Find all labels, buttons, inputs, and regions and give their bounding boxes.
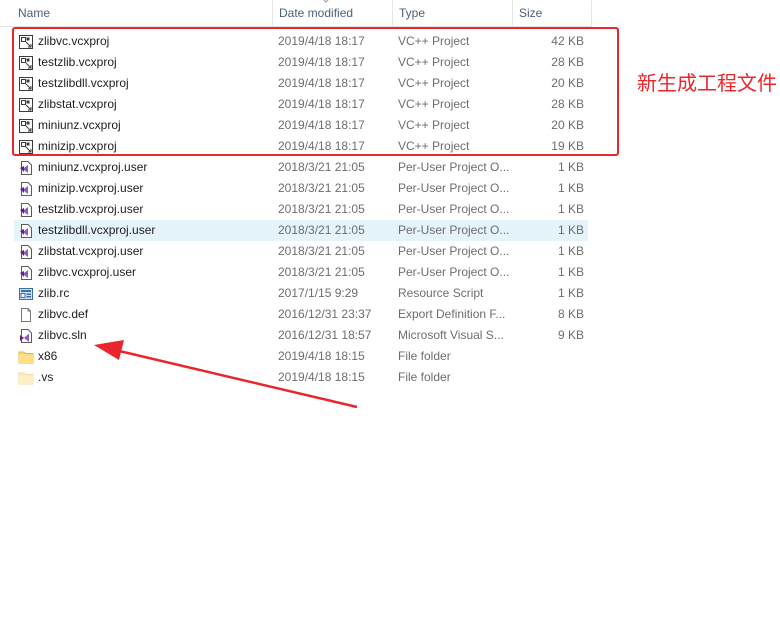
vs-solution-icon bbox=[18, 328, 34, 344]
vs-user-file-icon bbox=[18, 223, 34, 239]
file-type: File folder bbox=[398, 370, 451, 384]
column-header-size[interactable]: Size bbox=[512, 0, 592, 26]
file-date-modified: 2018/3/21 21:05 bbox=[278, 181, 365, 195]
file-date-modified: 2018/3/21 21:05 bbox=[278, 160, 365, 174]
file-size: 1 KB bbox=[557, 181, 584, 195]
file-date-modified: 2016/12/31 18:57 bbox=[278, 328, 372, 342]
file-name: zlib.rc bbox=[38, 286, 70, 300]
file-name: testzlibdll.vcxproj.user bbox=[38, 223, 156, 237]
file-name: x86 bbox=[38, 349, 58, 363]
file-row[interactable]: minizip.vcxproj.user 2018/3/21 21:05 Per-U… bbox=[14, 178, 588, 199]
file-row[interactable]: .vs 2019/4/18 18:15 File folder bbox=[14, 367, 588, 388]
column-header-bar: Name Date modified Type Size bbox=[0, 0, 592, 27]
folder-hidden-icon bbox=[18, 370, 34, 386]
blank-file-icon bbox=[18, 307, 34, 323]
column-header-name[interactable]: Name bbox=[18, 0, 50, 26]
file-name: zlibvc.def bbox=[38, 307, 89, 321]
resource-script-icon bbox=[18, 286, 34, 302]
file-type: File folder bbox=[398, 349, 451, 363]
file-type: Per-User Project O... bbox=[398, 160, 510, 174]
file-type: Per-User Project O... bbox=[398, 223, 510, 237]
file-date-modified: 2019/4/18 18:15 bbox=[278, 370, 365, 384]
vs-user-file-icon bbox=[18, 244, 34, 260]
file-size: 1 KB bbox=[557, 160, 584, 174]
file-size: 8 KB bbox=[557, 307, 584, 321]
annotation-highlight-box bbox=[12, 27, 619, 156]
file-size: 1 KB bbox=[557, 202, 584, 216]
file-row[interactable]: testzlib.vcxproj.user 2018/3/21 21:05 Per-… bbox=[14, 199, 588, 220]
vs-user-file-icon bbox=[18, 181, 34, 197]
file-date-modified: 2018/3/21 21:05 bbox=[278, 244, 365, 258]
file-date-modified: 2018/3/21 21:05 bbox=[278, 223, 365, 237]
file-date-modified: 2019/4/18 18:15 bbox=[278, 349, 365, 363]
file-name: minizip.vcxproj.user bbox=[38, 181, 144, 195]
vs-user-file-icon bbox=[18, 265, 34, 281]
file-name: zlibvc.vcxproj.user bbox=[38, 265, 137, 279]
file-date-modified: 2018/3/21 21:05 bbox=[278, 265, 365, 279]
file-type: Per-User Project O... bbox=[398, 181, 510, 195]
file-row[interactable]: zlibvc.sln 2016/12/31 18:57 Microsoft Visu… bbox=[14, 325, 588, 346]
file-size: 9 KB bbox=[557, 328, 584, 342]
file-row[interactable]: x86 2019/4/18 18:15 File folder bbox=[14, 346, 588, 367]
file-row[interactable]: zlibstat.vcxproj.user 2018/3/21 21:05 Per-… bbox=[14, 241, 588, 262]
file-row[interactable]: miniunz.vcxproj.user 2018/3/21 21:05 Per-U… bbox=[14, 157, 588, 178]
file-row[interactable]: zlib.rc 2017/1/15 9:29 Resource Script 1 KB bbox=[14, 283, 588, 304]
file-date-modified: 2017/1/15 9:29 bbox=[278, 286, 359, 300]
file-name: zlibstat.vcxproj.user bbox=[38, 244, 144, 258]
file-type: Per-User Project O... bbox=[398, 244, 510, 258]
file-name: miniunz.vcxproj.user bbox=[38, 160, 148, 174]
file-name: zlibvc.sln bbox=[38, 328, 87, 342]
file-type: Per-User Project O... bbox=[398, 202, 510, 216]
column-header-type[interactable]: Type bbox=[392, 0, 512, 26]
file-row[interactable]: zlibvc.def 2016/12/31 23:37 Export Definit… bbox=[14, 304, 588, 325]
file-type: Microsoft Visual S... bbox=[398, 328, 504, 342]
sort-chevron-icon bbox=[323, 0, 329, 3]
file-size: 1 KB bbox=[557, 265, 584, 279]
vs-user-file-icon bbox=[18, 160, 34, 176]
folder-icon bbox=[18, 349, 34, 365]
file-size: 1 KB bbox=[557, 244, 584, 258]
file-row[interactable]: testzlibdll.vcxproj.user 2018/3/21 21:05 P… bbox=[14, 220, 588, 241]
file-size: 1 KB bbox=[557, 223, 584, 237]
file-type: Resource Script bbox=[398, 286, 484, 300]
file-date-modified: 2018/3/21 21:05 bbox=[278, 202, 365, 216]
file-date-modified: 2016/12/31 23:37 bbox=[278, 307, 372, 321]
vs-user-file-icon bbox=[18, 202, 34, 218]
file-row[interactable]: zlibvc.vcxproj.user 2018/3/21 21:05 Per-Us… bbox=[14, 262, 588, 283]
file-type: Per-User Project O... bbox=[398, 265, 510, 279]
annotation-label: 新生成工程文件 bbox=[637, 71, 777, 95]
file-type: Export Definition F... bbox=[398, 307, 506, 321]
column-header-date[interactable]: Date modified bbox=[272, 0, 392, 26]
file-name: testzlib.vcxproj.user bbox=[38, 202, 144, 216]
file-name: .vs bbox=[38, 370, 54, 384]
file-size: 1 KB bbox=[557, 286, 584, 300]
